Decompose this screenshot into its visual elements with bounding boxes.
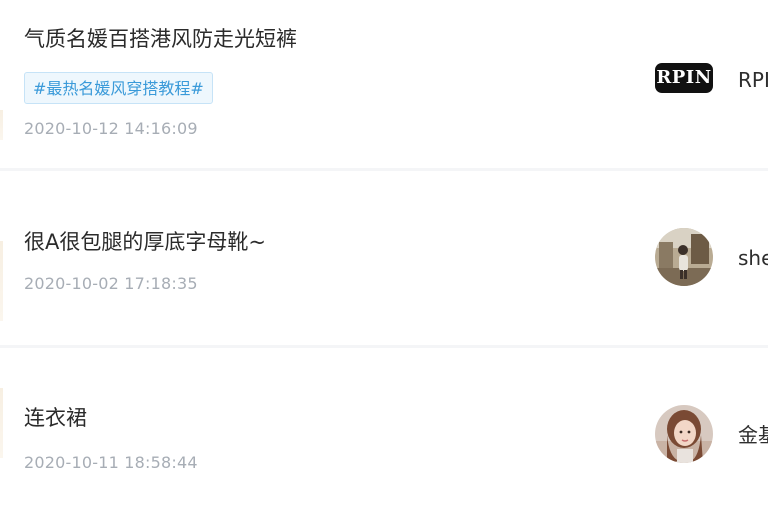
post-date: 2020-10-02 17:18:35 xyxy=(24,274,198,293)
post-thumbnail-edge xyxy=(0,110,3,140)
rpin-logo-avatar[interactable]: RPIN xyxy=(655,63,713,93)
post-title[interactable]: 气质名媛百搭港风防走光短裤 xyxy=(24,26,297,52)
logo-text: RPIN xyxy=(656,67,712,88)
post-author[interactable]: 金基 xyxy=(655,405,768,465)
user-photo-avatar[interactable] xyxy=(655,405,713,463)
user-photo-avatar[interactable] xyxy=(655,228,713,286)
post-title[interactable]: 连衣裙 xyxy=(24,405,87,431)
topic-tag[interactable]: #最热名媛风穿搭教程# xyxy=(24,72,213,104)
author-name[interactable]: 金基 xyxy=(738,422,768,448)
author-name[interactable]: she xyxy=(738,245,768,271)
author-name[interactable]: RPI xyxy=(738,67,768,93)
post-date: 2020-10-11 18:58:44 xyxy=(24,453,198,472)
post-feed: 气质名媛百搭港风防走光短裤 #最热名媛风穿搭教程# 2020-10-12 14:… xyxy=(0,0,768,510)
post-card[interactable]: 很A很包腿的厚底字母靴~ 2020-10-02 17:18:35 she xyxy=(0,171,768,345)
post-card[interactable]: 气质名媛百搭港风防走光短裤 #最热名媛风穿搭教程# 2020-10-12 14:… xyxy=(0,0,768,168)
post-thumbnail-edge xyxy=(0,388,3,458)
post-card[interactable]: 连衣裙 2020-10-11 18:58:44 金基 xyxy=(0,348,768,510)
post-thumbnail-edge xyxy=(0,241,3,321)
post-author[interactable]: she xyxy=(655,228,768,288)
post-author[interactable]: RPIN RPI xyxy=(655,50,768,110)
post-title[interactable]: 很A很包腿的厚底字母靴~ xyxy=(24,229,266,255)
post-date: 2020-10-12 14:16:09 xyxy=(24,119,198,138)
